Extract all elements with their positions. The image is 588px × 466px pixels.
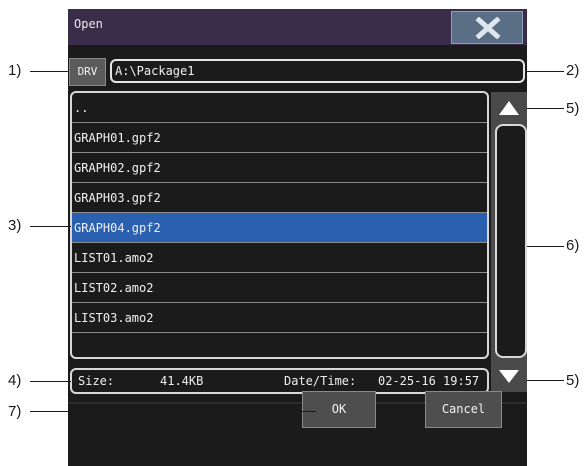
size-value: 41.4KB xyxy=(160,374,204,388)
file-list: .. GRAPH01.gpf2 GRAPH02.gpf2 GRAPH03.gpf2 GR… xyxy=(70,91,489,359)
dialog-title: Open xyxy=(74,17,103,31)
ok-button[interactable]: OK xyxy=(302,391,376,428)
callout-3-line xyxy=(30,226,71,227)
callout-2-line xyxy=(525,71,564,72)
callout-1-line xyxy=(30,71,69,72)
cancel-button[interactable]: Cancel xyxy=(425,391,502,428)
callout-6: 6) xyxy=(566,237,580,254)
scroll-down-button[interactable] xyxy=(497,366,521,386)
file-row[interactable]: LIST02.amo2 xyxy=(72,273,487,303)
close-icon xyxy=(475,17,501,39)
file-row[interactable]: GRAPH04.gpf2 xyxy=(72,213,487,243)
callout-5-up: 5) xyxy=(566,100,580,117)
callout-5-down-line xyxy=(527,380,564,381)
callout-7-line xyxy=(30,411,316,412)
file-row[interactable]: LIST03.amo2 xyxy=(72,303,487,333)
path-field[interactable]: A:\Package1 xyxy=(110,59,525,83)
file-row[interactable]: GRAPH03.gpf2 xyxy=(72,183,487,213)
size-label: Size: xyxy=(78,374,115,388)
file-row[interactable]: .. xyxy=(72,93,487,123)
callout-4: 4) xyxy=(8,372,22,389)
scroll-track[interactable] xyxy=(495,124,527,358)
date-time-value: 02-25-16 19:57 xyxy=(378,374,480,388)
triangle-down-icon xyxy=(499,370,519,383)
drive-button[interactable]: DRV xyxy=(69,58,106,86)
triangle-up-icon xyxy=(499,101,519,115)
date-time-label: Date/Time: xyxy=(284,374,357,388)
callout-6-line xyxy=(527,246,564,247)
callout-5-down: 5) xyxy=(566,372,580,389)
scroll-up-button[interactable] xyxy=(497,95,521,119)
callout-4-line xyxy=(30,381,71,382)
file-row[interactable]: LIST01.amo2 xyxy=(72,243,487,273)
callout-1: 1) xyxy=(8,62,22,79)
file-row[interactable]: GRAPH02.gpf2 xyxy=(72,153,487,183)
close-button[interactable] xyxy=(451,11,523,44)
callout-7: 7) xyxy=(8,403,22,420)
callout-5-up-line xyxy=(527,108,564,109)
file-row[interactable] xyxy=(72,333,487,357)
callout-2: 2) xyxy=(566,62,580,79)
file-row[interactable]: GRAPH01.gpf2 xyxy=(72,123,487,153)
callout-3: 3) xyxy=(8,217,22,234)
